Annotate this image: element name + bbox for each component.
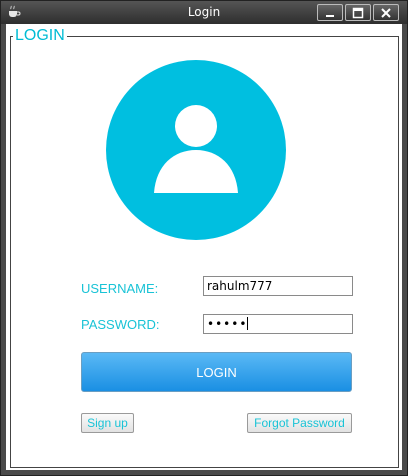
password-field[interactable]: ••••• — [203, 314, 353, 334]
minimize-icon — [326, 14, 334, 17]
user-avatar-icon — [106, 60, 286, 240]
close-button[interactable] — [373, 4, 399, 21]
username-label: USERNAME: — [81, 281, 159, 296]
signup-button[interactable]: Sign up — [81, 413, 134, 433]
user-silhouette — [154, 105, 238, 193]
title-bar[interactable]: Login — [1, 1, 407, 24]
forgot-password-button[interactable]: Forgot Password — [247, 413, 352, 433]
minimize-button[interactable] — [317, 4, 343, 21]
text-caret — [247, 317, 249, 330]
password-masked-value: ••••• — [207, 317, 248, 331]
login-button[interactable]: LOGIN — [81, 352, 352, 392]
window-content: LOGIN USERNAME: rahulm777 PASSWORD: ••••… — [6, 24, 402, 470]
username-field[interactable]: rahulm777 — [203, 276, 353, 296]
maximize-icon — [352, 7, 364, 18]
password-label: PASSWORD: — [81, 317, 160, 332]
maximize-button[interactable] — [345, 4, 371, 21]
close-icon — [381, 7, 391, 18]
group-title: LOGIN — [13, 27, 67, 45]
login-window: Login LOGIN USERNAME: rahulm777 PASSWORD… — [0, 0, 408, 476]
